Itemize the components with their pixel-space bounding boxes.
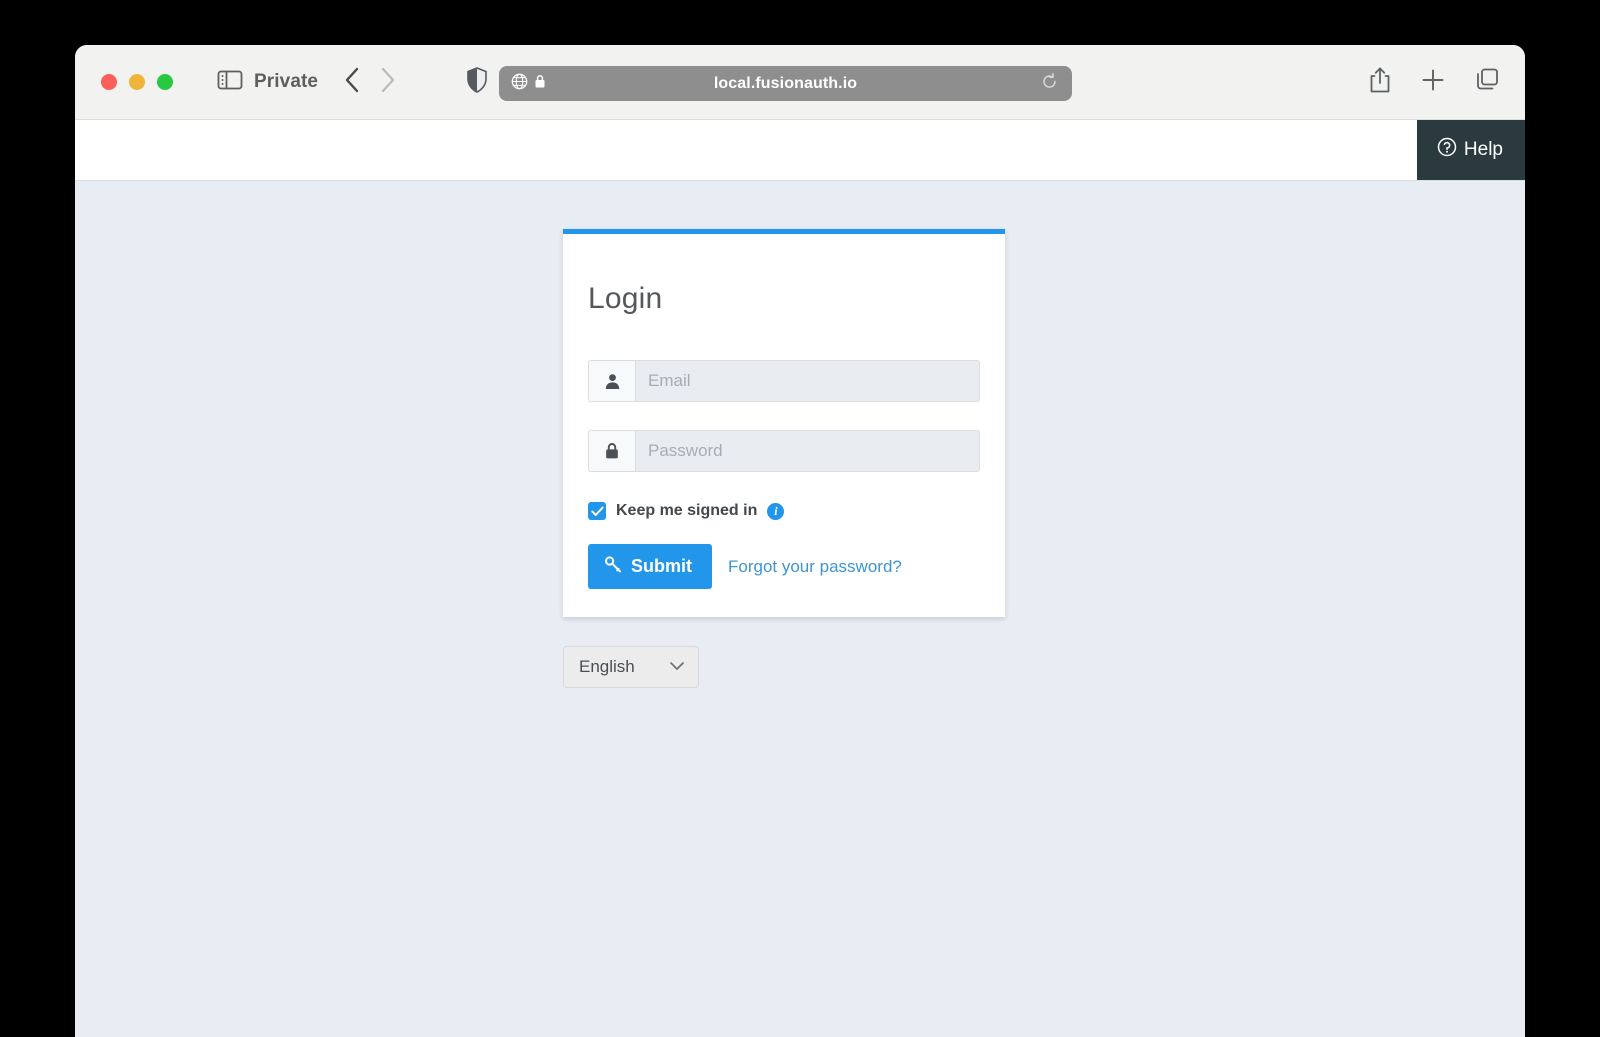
address-bar-url: local.fusionauth.io (713, 74, 858, 92)
help-label: Help (1463, 139, 1503, 160)
action-row: Submit Forgot your password? (588, 544, 980, 589)
minimize-window-button[interactable] (129, 74, 145, 90)
address-bar-indicators (511, 73, 546, 95)
privacy-report-button[interactable] (466, 66, 488, 98)
privacy-shield-icon (466, 66, 488, 98)
toolbar-actions (1368, 66, 1501, 99)
close-window-button[interactable] (101, 74, 117, 90)
keep-signed-in-row: Keep me signed in i (588, 502, 980, 520)
keep-signed-in-checkbox[interactable] (588, 502, 606, 520)
question-circle-icon (1437, 137, 1457, 163)
login-card: Login Email Keep me signed in i Submit F… (563, 229, 1005, 617)
forgot-password-link[interactable]: Forgot your password? (728, 557, 902, 577)
chevron-down-icon (669, 658, 685, 676)
language-selector[interactable]: English (563, 646, 699, 688)
lock-icon (534, 74, 546, 94)
reload-button[interactable] (1041, 72, 1058, 95)
tab-overview-icon[interactable] (1474, 66, 1501, 98)
forward-button[interactable] (380, 67, 396, 98)
private-mode-label: Private (254, 71, 319, 92)
globe-icon[interactable] (511, 73, 528, 95)
app-header: Help (75, 120, 1525, 181)
page-title: Login (588, 282, 663, 315)
window-controls (101, 74, 173, 90)
back-button[interactable] (344, 67, 360, 98)
help-button[interactable]: Help (1416, 120, 1525, 180)
sidebar-group: Private (217, 69, 318, 96)
email-field-group (588, 360, 980, 402)
maximize-window-button[interactable] (157, 74, 173, 90)
password-field-group (588, 430, 980, 472)
submit-label: Submit (631, 556, 692, 576)
navigation-arrows (344, 67, 396, 98)
key-icon (604, 555, 622, 578)
page-body: Login Email Keep me signed in i Submit F… (75, 181, 1525, 1037)
lock-icon (588, 430, 635, 472)
browser-window: Private local.fusionauth.io Help Login E… (75, 45, 1525, 1037)
keep-signed-in-label: Keep me signed in (616, 502, 758, 519)
browser-toolbar: Private local.fusionauth.io (75, 45, 1525, 120)
email-input[interactable] (635, 360, 980, 402)
info-icon[interactable]: i (767, 502, 785, 520)
password-input[interactable] (635, 430, 980, 472)
submit-button[interactable]: Submit (588, 544, 712, 589)
reload-icon (1041, 72, 1058, 95)
sidebar-toggle-icon[interactable] (217, 69, 243, 96)
share-icon[interactable] (1368, 66, 1392, 99)
language-value: English (579, 657, 635, 676)
user-icon (588, 360, 635, 402)
address-bar[interactable]: local.fusionauth.io (499, 66, 1072, 101)
plus-icon[interactable] (1420, 67, 1446, 98)
